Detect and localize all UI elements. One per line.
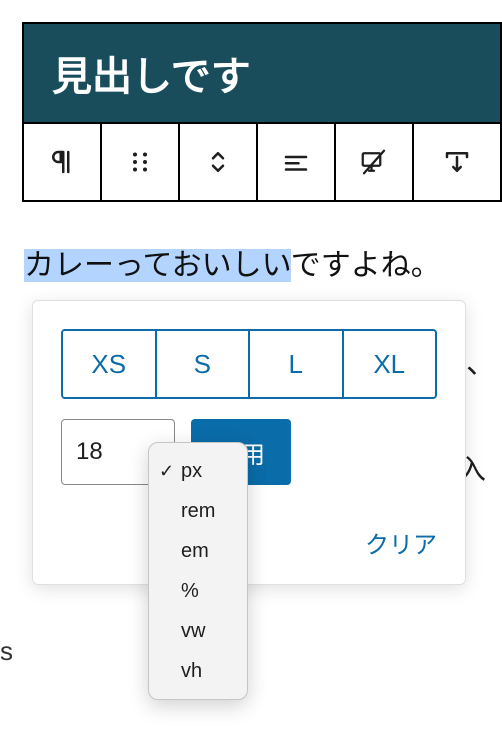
- font-size-popover: XS S L XL 適用 クリア: [32, 300, 466, 585]
- height-icon[interactable]: [414, 124, 500, 200]
- size-presets: XS S L XL: [61, 329, 437, 399]
- move-updown-icon[interactable]: [180, 124, 258, 200]
- device-icon[interactable]: [336, 124, 414, 200]
- paragraph-text[interactable]: カレーっておいしいですよね。: [22, 240, 502, 284]
- drag-handle-icon[interactable]: [102, 124, 180, 200]
- block-toolbar: [22, 124, 502, 202]
- check-icon: ✓: [159, 461, 181, 482]
- paragraph-icon[interactable]: [24, 124, 102, 200]
- rest-text: ですよね。: [291, 249, 441, 282]
- bg-s: s: [0, 636, 13, 667]
- selected-text: カレーっておいしい: [24, 249, 291, 282]
- unit-option-em[interactable]: em: [149, 531, 247, 571]
- unit-option-vw[interactable]: vw: [149, 611, 247, 651]
- unit-option-px[interactable]: ✓px: [149, 451, 247, 491]
- bg-comma: 、: [466, 338, 496, 382]
- align-icon[interactable]: [258, 124, 336, 200]
- unit-option-rem[interactable]: rem: [149, 491, 247, 531]
- unit-dropdown: ✓px rem em % vw vh: [148, 442, 248, 700]
- heading-block[interactable]: 見出しです: [22, 22, 502, 124]
- heading-text: 見出しです: [52, 55, 251, 99]
- preset-xl[interactable]: XL: [344, 331, 436, 397]
- unit-option-pct[interactable]: %: [149, 571, 247, 611]
- preset-l[interactable]: L: [250, 331, 344, 397]
- unit-option-vh[interactable]: vh: [149, 651, 247, 691]
- preset-xs[interactable]: XS: [63, 331, 157, 397]
- clear-link[interactable]: クリア: [365, 532, 437, 559]
- preset-s[interactable]: S: [157, 331, 251, 397]
